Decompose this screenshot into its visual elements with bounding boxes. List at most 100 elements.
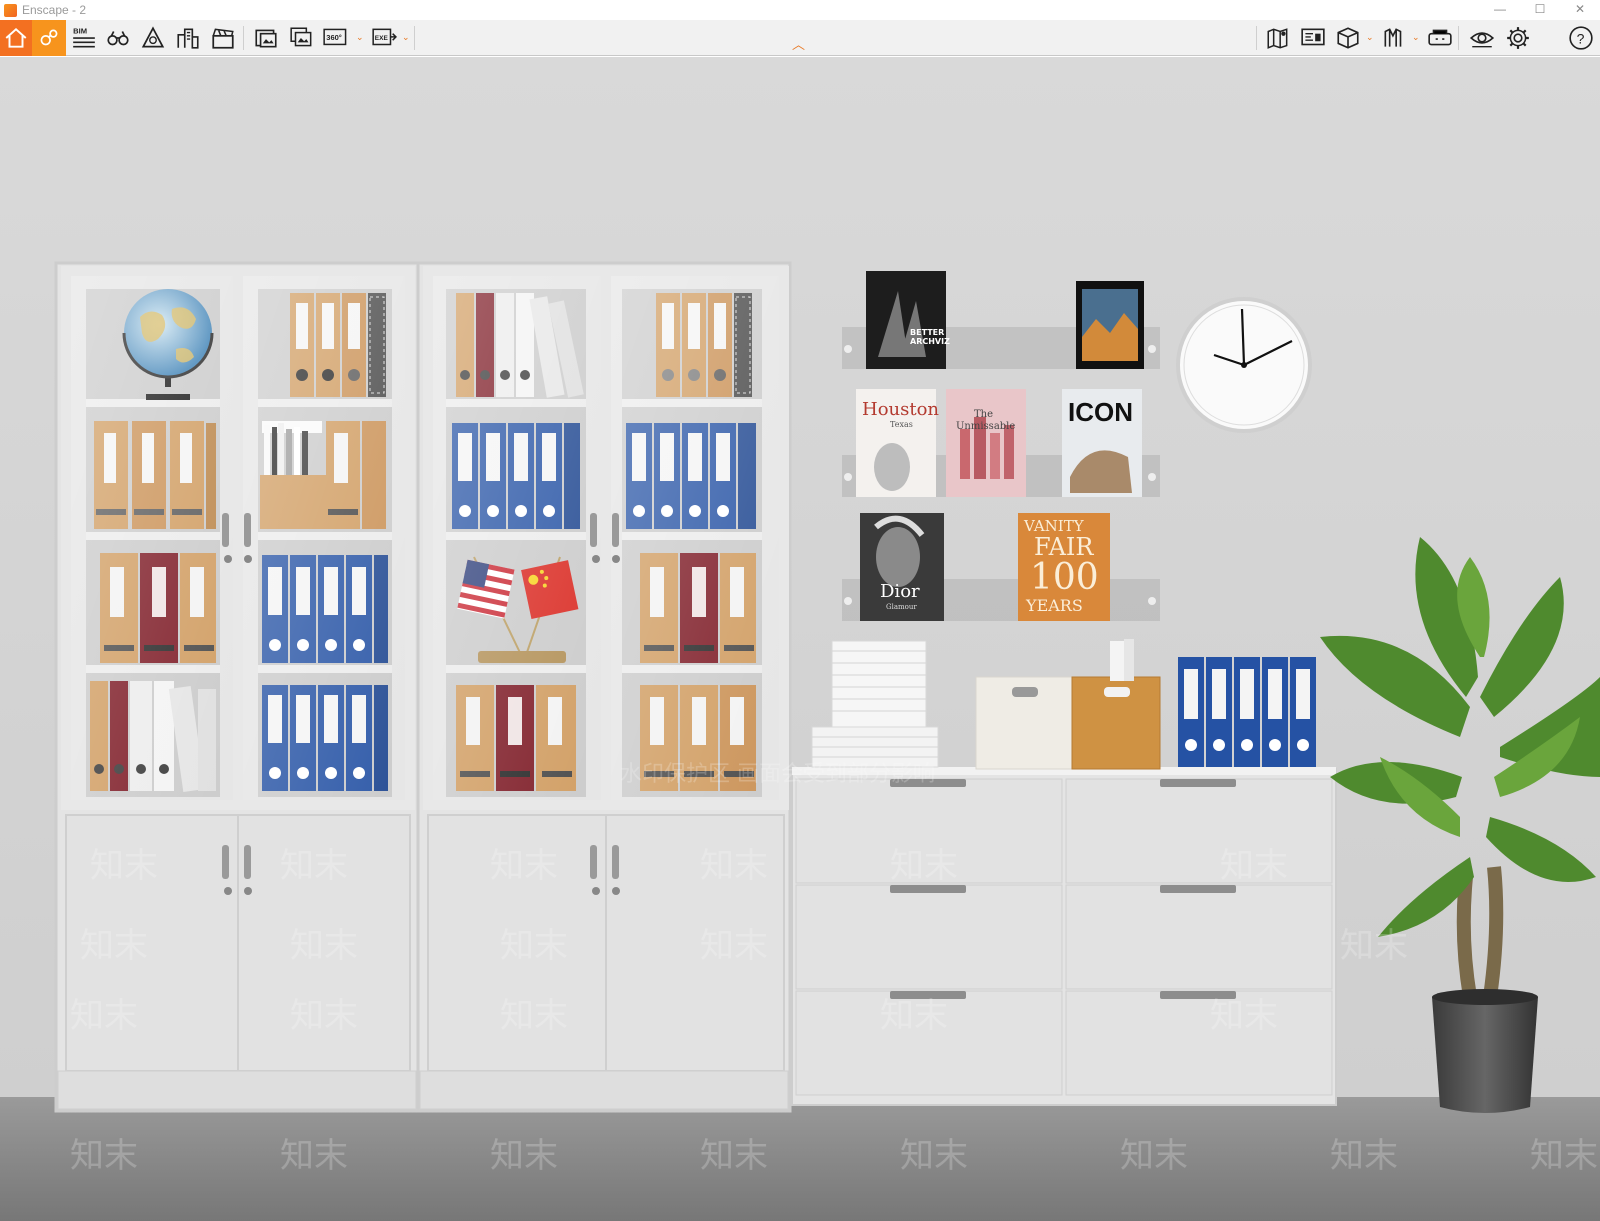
maximize-button[interactable]: ☐ xyxy=(1520,0,1560,20)
toolbar-separator xyxy=(1256,26,1257,50)
home-button[interactable] xyxy=(0,20,32,56)
gear-icon xyxy=(1507,27,1529,49)
svg-text:知末: 知末 xyxy=(900,1136,968,1176)
batch-render-icon xyxy=(290,27,312,47)
svg-text:ICON: ICON xyxy=(1068,397,1133,427)
toolbar-separator xyxy=(414,26,415,50)
svg-text:YEARS: YEARS xyxy=(1025,596,1083,615)
eye-icon xyxy=(1469,32,1495,48)
asset-dropdown-chevron-icon[interactable]: ⌄ xyxy=(1366,32,1374,43)
magazine-houston: Houston Texas xyxy=(856,389,939,497)
bim-button[interactable]: BIM xyxy=(70,23,98,53)
batch-render-button[interactable] xyxy=(288,23,316,53)
views-button[interactable] xyxy=(174,23,202,53)
material-library-button[interactable] xyxy=(1380,23,1408,53)
blue-binders-on-cabinet xyxy=(1178,657,1316,767)
svg-text:知末: 知末 xyxy=(1330,1136,1398,1176)
panorama-360-icon: 360° xyxy=(323,28,347,46)
visual-settings-button[interactable] xyxy=(32,20,66,56)
svg-text:知末: 知末 xyxy=(290,996,358,1036)
home-icon xyxy=(5,28,27,48)
svg-text:ARCHVIZ: ARCHVIZ xyxy=(910,337,950,346)
help-button[interactable]: ? xyxy=(1566,23,1596,53)
clapperboard-icon xyxy=(212,28,234,49)
svg-text:知末: 知末 xyxy=(490,846,558,886)
title-bar: Enscape - 2 — ☐ ✕ xyxy=(0,0,1600,20)
svg-text:Dior: Dior xyxy=(880,581,920,602)
video-mode-button[interactable] xyxy=(104,23,132,53)
svg-text:知末: 知末 xyxy=(1530,1136,1598,1176)
collapse-toolbar-chevron-icon[interactable]: ︿ xyxy=(792,38,805,51)
buildings-icon xyxy=(177,28,199,49)
material-library-icon xyxy=(1384,28,1402,47)
svg-text:知末: 知末 xyxy=(1340,926,1408,966)
panorama-button[interactable]: 360° xyxy=(322,23,352,53)
minimize-button[interactable]: — xyxy=(1480,0,1520,20)
asset-library-button[interactable] xyxy=(1334,23,1362,53)
svg-text:Glamour: Glamour xyxy=(886,603,917,611)
svg-text:水印保护区 画面会受到部分影响: 水印保护区 画面会受到部分影响 xyxy=(620,762,935,787)
drawer-cabinet xyxy=(791,767,1337,1106)
material-dropdown-chevron-icon[interactable]: ⌄ xyxy=(1412,32,1420,43)
magazine-better-archviz: BETTER ARCHVIZ xyxy=(866,271,950,369)
screenshot-button[interactable] xyxy=(252,23,280,53)
perspective-icon xyxy=(141,26,165,48)
svg-text:知末: 知末 xyxy=(70,1136,138,1176)
svg-text:知末: 知末 xyxy=(490,1136,558,1176)
white-storage-box xyxy=(975,676,1073,770)
svg-text:知末: 知末 xyxy=(290,926,358,966)
close-button[interactable]: ✕ xyxy=(1560,0,1600,20)
map-icon xyxy=(1267,28,1288,49)
svg-text:知末: 知末 xyxy=(280,1136,348,1176)
magazine-unmissable: The Unmissable xyxy=(946,389,1026,497)
vr-button[interactable] xyxy=(1426,23,1454,53)
svg-text:The: The xyxy=(974,409,993,420)
bim-icon: BIM xyxy=(73,27,95,48)
svg-text:360°: 360° xyxy=(326,33,342,42)
svg-text:100: 100 xyxy=(1030,557,1099,598)
svg-text:EXE: EXE xyxy=(375,35,389,42)
svg-text:知末: 知末 xyxy=(1210,996,1278,1036)
magazine-icon: ICON xyxy=(1062,389,1142,497)
svg-text:知末: 知末 xyxy=(1120,1136,1188,1176)
svg-text:知末: 知末 xyxy=(500,996,568,1036)
map-button[interactable] xyxy=(1264,23,1292,53)
vr-headset-icon xyxy=(1428,29,1452,46)
export-exe-button[interactable]: EXE xyxy=(370,23,398,53)
binoculars-icon xyxy=(107,31,129,46)
panorama-dropdown-chevron-icon[interactable]: ⌄ xyxy=(356,32,364,43)
svg-text:知末: 知末 xyxy=(280,846,348,886)
svg-text:Houston: Houston xyxy=(862,399,939,420)
photo-frame xyxy=(1076,281,1144,369)
visual-settings-icon xyxy=(40,29,58,46)
svg-text:知末: 知末 xyxy=(90,846,158,886)
monitor-button[interactable] xyxy=(1299,23,1327,53)
magazine-vanity-fair: VANITY FAIR 100 YEARS xyxy=(1018,513,1110,621)
svg-text:Texas: Texas xyxy=(890,420,913,429)
export-dropdown-chevron-icon[interactable]: ⌄ xyxy=(402,32,410,43)
monitor-icon xyxy=(1301,28,1325,46)
render-viewport[interactable]: BETTER ARCHVIZ Houston Texas The Unmissa… xyxy=(0,57,1600,1221)
view-toggle-button[interactable] xyxy=(1468,23,1496,53)
window-controls: — ☐ ✕ xyxy=(1480,0,1600,20)
svg-text:知末: 知末 xyxy=(80,926,148,966)
svg-text:BIM: BIM xyxy=(73,27,87,36)
svg-text:知末: 知末 xyxy=(700,846,768,886)
magazine-dior: Dior Glamour xyxy=(860,513,944,621)
svg-text:知末: 知末 xyxy=(700,1136,768,1176)
export-exe-icon: EXE xyxy=(372,28,397,46)
svg-text:知末: 知末 xyxy=(500,926,568,966)
settings-button[interactable] xyxy=(1504,23,1532,53)
asset-library-icon xyxy=(1337,27,1359,49)
middle-bookcase xyxy=(416,261,792,1113)
svg-text:知末: 知末 xyxy=(1220,846,1288,886)
enscape-logo-icon xyxy=(4,3,17,17)
wall-clock xyxy=(1176,297,1312,433)
perspective-button[interactable] xyxy=(139,23,167,53)
left-bookcase xyxy=(54,261,420,1113)
svg-text:知末: 知末 xyxy=(880,996,948,1036)
screenshot-icon xyxy=(255,29,277,48)
svg-text:BETTER: BETTER xyxy=(910,328,944,337)
svg-text:知末: 知末 xyxy=(70,996,138,1036)
video-editor-button[interactable] xyxy=(209,23,237,53)
